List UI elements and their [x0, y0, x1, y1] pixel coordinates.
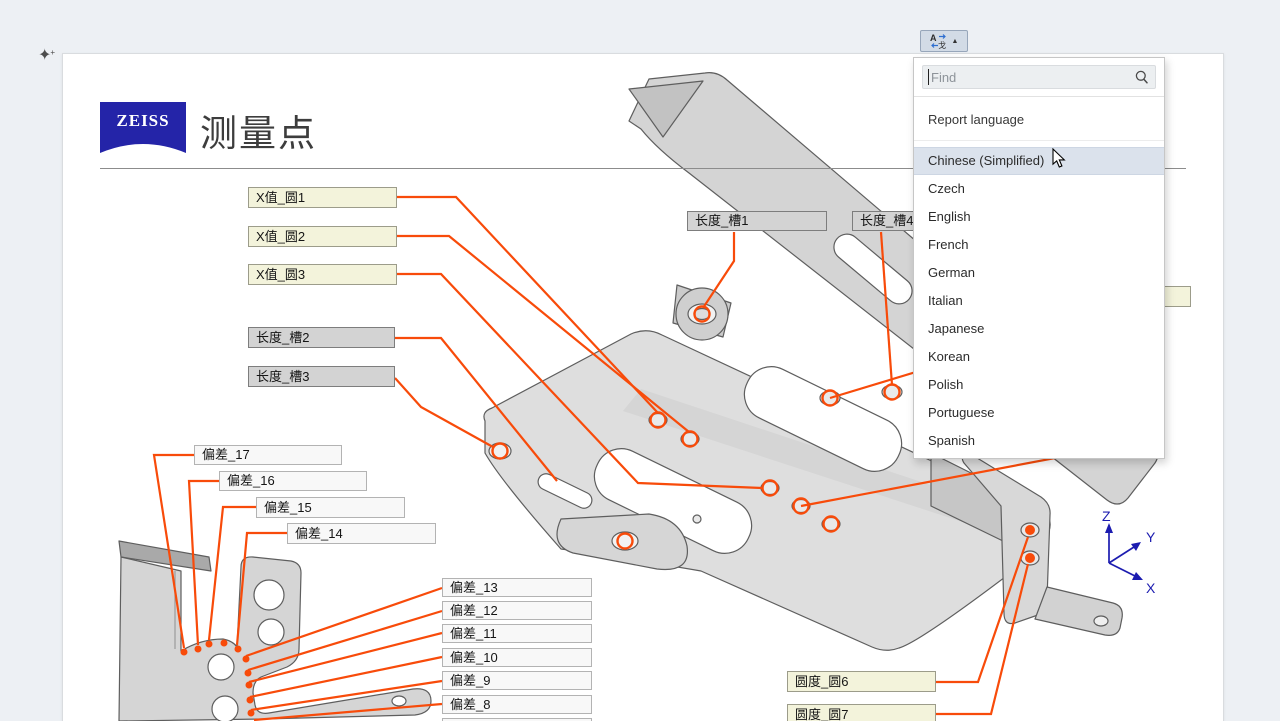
callout-label-偏差_14: 偏差_14: [287, 523, 436, 544]
callout-label-X值_圆2: X值_圆2: [248, 226, 397, 247]
measurement-point: [246, 682, 252, 688]
language-option-chinese-simplified-[interactable]: Chinese (Simplified): [914, 147, 1164, 175]
callout-label-长度_槽2: 长度_槽2: [248, 327, 395, 348]
language-option-korean[interactable]: Korean: [914, 343, 1164, 371]
measurement-point: [243, 656, 249, 662]
measurement-point: [1026, 526, 1035, 535]
callout-label-偏差_9: 偏差_9: [442, 671, 592, 690]
callout-label-偏差_15: 偏差_15: [256, 497, 405, 518]
svg-text:戈: 戈: [938, 40, 946, 49]
callout-label-偏差_17: 偏差_17: [194, 445, 342, 465]
dropdown-open-arrow: ▲: [952, 38, 959, 45]
measurement-point: [195, 646, 201, 652]
callout-label-X值_圆1: X值_圆1: [248, 187, 397, 208]
language-option-czech[interactable]: Czech: [914, 175, 1164, 203]
svg-text:A: A: [930, 33, 937, 43]
sparkle-icon[interactable]: ✦+: [38, 48, 56, 64]
language-option-english[interactable]: English: [914, 203, 1164, 231]
mouse-cursor: [1052, 148, 1067, 169]
callout-label-长度_槽1: 长度_槽1: [687, 211, 827, 231]
measurement-point: [206, 641, 212, 647]
measurement-point: [181, 649, 187, 655]
translate-icon: A 戈: [930, 33, 947, 49]
callout-label-偏差_12: 偏差_12: [442, 601, 592, 620]
measurement-point: [247, 697, 253, 703]
callout-label-圆度_圆6: 圆度_圆6: [787, 671, 936, 692]
measurement-point: [1026, 554, 1035, 563]
find-input[interactable]: [922, 65, 1156, 89]
language-option-italian[interactable]: Italian: [914, 287, 1164, 315]
language-list: Chinese (Simplified)CzechEnglishFrenchGe…: [914, 147, 1164, 455]
callout-label-偏差_13: 偏差_13: [442, 578, 592, 597]
page-title: 测量点: [200, 103, 317, 157]
coordinate-axes: Z Y X: [1102, 508, 1156, 596]
language-option-spanish[interactable]: Spanish: [914, 427, 1164, 455]
measurement-point: [248, 710, 254, 716]
report-language-header: Report language: [914, 97, 1164, 140]
axis-x-label: X: [1146, 580, 1156, 596]
callout-label-偏差_16: 偏差_16: [219, 471, 367, 491]
language-dropdown: Report language Chinese (Simplified)Czec…: [913, 57, 1165, 459]
callout-label-偏差_8: 偏差_8: [442, 695, 592, 714]
measurement-point: [235, 646, 241, 652]
callout-label-圆度_圆7: 圆度_圆7: [787, 704, 936, 721]
search-icon[interactable]: [1135, 70, 1149, 84]
measurement-point: [245, 670, 251, 676]
language-option-polish[interactable]: Polish: [914, 371, 1164, 399]
text-caret: [928, 69, 929, 85]
report-language-button[interactable]: A 戈 ▲: [920, 30, 968, 52]
zeiss-logo: ZEISS: [100, 102, 186, 154]
leader-line: [395, 378, 493, 447]
measurement-point: [221, 640, 227, 646]
language-option-german[interactable]: German: [914, 259, 1164, 287]
language-option-japanese[interactable]: Japanese: [914, 315, 1164, 343]
callout-label-偏差_11: 偏差_11: [442, 624, 592, 643]
callout-label-偏差_10: 偏差_10: [442, 648, 592, 667]
callout-label-长度_槽3: 长度_槽3: [248, 366, 395, 387]
axis-z-label: Z: [1102, 508, 1111, 524]
callout-label-X值_圆3: X值_圆3: [248, 264, 397, 285]
app-background: ✦+: [0, 0, 1280, 720]
language-option-french[interactable]: French: [914, 231, 1164, 259]
dropdown-divider-2: [914, 140, 1164, 141]
dropdown-search: [922, 65, 1156, 89]
zeiss-logo-text: ZEISS: [116, 111, 169, 130]
axis-y-label: Y: [1146, 529, 1156, 545]
language-option-portuguese[interactable]: Portuguese: [914, 399, 1164, 427]
